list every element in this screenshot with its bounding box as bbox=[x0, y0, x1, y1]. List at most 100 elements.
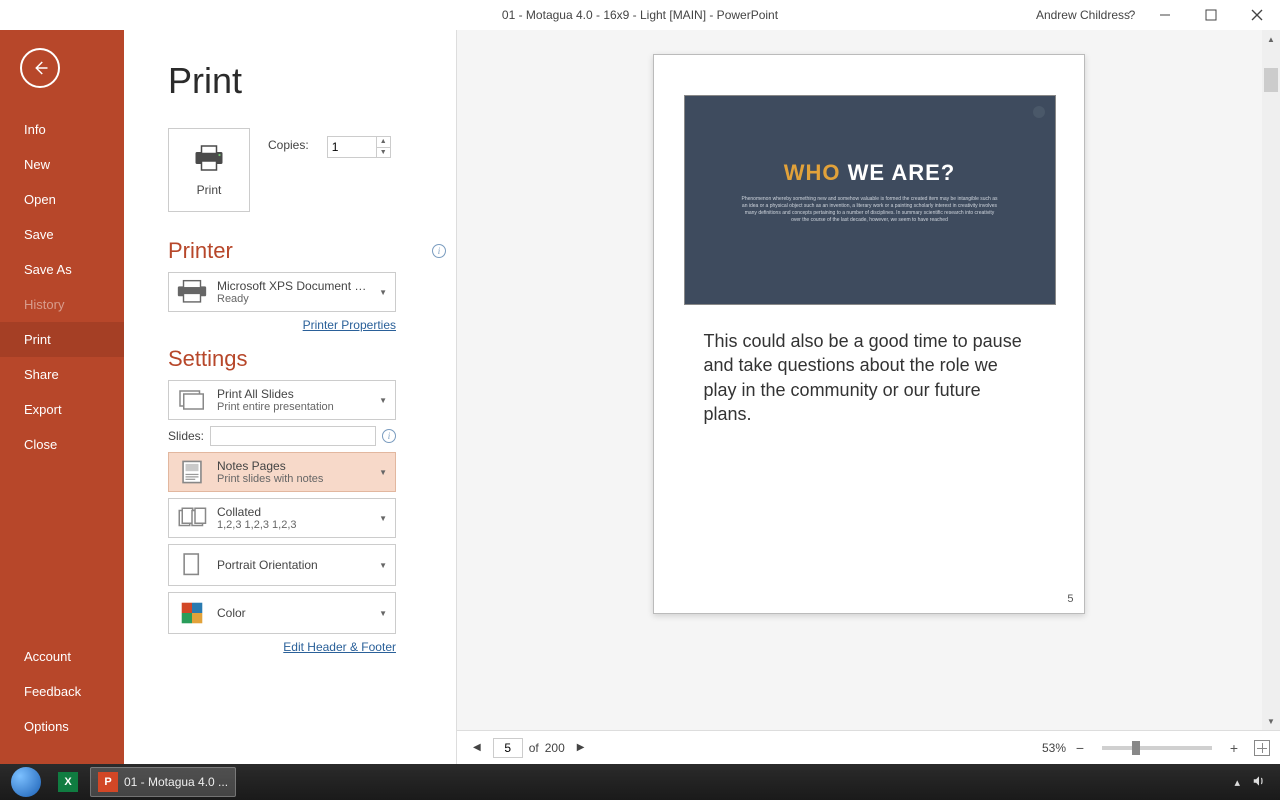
scroll-thumb[interactable] bbox=[1264, 68, 1278, 92]
title-bar: 01 - Motagua 4.0 - 16x9 - Light [MAIN] -… bbox=[0, 0, 1280, 30]
help-button[interactable]: ? bbox=[1122, 8, 1142, 22]
tray-volume-icon[interactable] bbox=[1252, 774, 1266, 791]
slide-decoration-icon bbox=[1033, 106, 1045, 118]
scroll-up-icon[interactable]: ▲ bbox=[1262, 30, 1280, 48]
sidebar-item-open[interactable]: Open bbox=[0, 182, 124, 217]
page-total: 200 bbox=[545, 741, 565, 755]
backstage-sidebar: Info New Open Save Save As History Print… bbox=[0, 30, 124, 764]
printer-device-icon bbox=[175, 277, 209, 307]
printer-name: Microsoft XPS Document W... bbox=[217, 279, 369, 293]
minimize-button[interactable] bbox=[1142, 0, 1188, 30]
printer-heading: Printer bbox=[168, 238, 233, 264]
preview-page-number: 5 bbox=[1067, 593, 1073, 605]
powerpoint-icon: P bbox=[98, 772, 118, 792]
zoom-handle[interactable] bbox=[1132, 741, 1140, 755]
sidebar-item-share[interactable]: Share bbox=[0, 357, 124, 392]
copies-up-icon[interactable]: ▲ bbox=[377, 137, 390, 148]
slide-title: WHO WE ARE? bbox=[784, 160, 956, 186]
sidebar-item-save[interactable]: Save bbox=[0, 217, 124, 252]
print-range-title: Print All Slides bbox=[217, 387, 369, 401]
sidebar-item-export[interactable]: Export bbox=[0, 392, 124, 427]
slides-label: Slides: bbox=[168, 429, 204, 443]
chevron-down-icon: ▼ bbox=[377, 468, 389, 477]
color-dropdown[interactable]: Color ▼ bbox=[168, 592, 396, 634]
page-total-prefix: of bbox=[529, 741, 539, 755]
printer-icon bbox=[191, 144, 227, 175]
zoom-slider[interactable] bbox=[1102, 746, 1212, 750]
taskbar-item-excel[interactable]: X bbox=[50, 767, 86, 797]
system-tray[interactable]: ▴ bbox=[1234, 774, 1274, 791]
app-body: Info New Open Save Save As History Print… bbox=[0, 30, 1280, 764]
orientation-dropdown[interactable]: Portrait Orientation ▼ bbox=[168, 544, 396, 586]
close-button[interactable] bbox=[1234, 0, 1280, 30]
taskbar-item-powerpoint[interactable]: P 01 - Motagua 4.0 ... bbox=[90, 767, 236, 797]
notes-page-icon bbox=[175, 457, 209, 487]
sidebar-item-feedback[interactable]: Feedback bbox=[0, 674, 124, 709]
user-name[interactable]: Andrew Childress bbox=[1036, 8, 1130, 22]
layout-sub: Print slides with notes bbox=[217, 473, 369, 485]
window-title: 01 - Motagua 4.0 - 16x9 - Light [MAIN] -… bbox=[502, 8, 778, 22]
chevron-down-icon: ▼ bbox=[377, 288, 389, 297]
layout-dropdown[interactable]: Notes Pages Print slides with notes ▼ bbox=[168, 452, 396, 492]
collate-title: Collated bbox=[217, 505, 369, 519]
copies-input[interactable] bbox=[328, 137, 376, 157]
sidebar-item-new[interactable]: New bbox=[0, 147, 124, 182]
tray-chevron-icon[interactable]: ▴ bbox=[1234, 776, 1240, 789]
print-settings-pane: Print Print bbox=[124, 30, 456, 764]
zoom-fit-button[interactable] bbox=[1254, 740, 1270, 756]
windows-orb-icon bbox=[11, 767, 41, 797]
preview-status-bar: ◀ of 200 ▶ 53% − + bbox=[457, 730, 1280, 764]
sidebar-item-saveas[interactable]: Save As bbox=[0, 252, 124, 287]
printer-info-icon[interactable]: i bbox=[432, 244, 446, 258]
excel-icon: X bbox=[58, 772, 78, 792]
page-title: Print bbox=[168, 60, 446, 102]
collate-icon bbox=[175, 503, 209, 533]
zoom-out-button[interactable]: − bbox=[1072, 740, 1088, 756]
slide-body-text: Phenomenon whereby something new and som… bbox=[740, 196, 1000, 224]
chevron-down-icon: ▼ bbox=[377, 396, 389, 405]
maximize-button[interactable] bbox=[1188, 0, 1234, 30]
sidebar-item-info[interactable]: Info bbox=[0, 112, 124, 147]
next-page-button[interactable]: ▶ bbox=[571, 742, 591, 753]
color-title: Color bbox=[217, 606, 369, 620]
copies-label: Copies: bbox=[268, 138, 309, 152]
page-input[interactable] bbox=[493, 738, 523, 758]
chevron-down-icon: ▼ bbox=[377, 561, 389, 570]
orientation-title: Portrait Orientation bbox=[217, 558, 369, 572]
collate-dropdown[interactable]: Collated 1,2,3 1,2,3 1,2,3 ▼ bbox=[168, 498, 396, 538]
printer-properties-link[interactable]: Printer Properties bbox=[168, 318, 396, 332]
slide-footer bbox=[869, 290, 870, 296]
print-button[interactable]: Print bbox=[168, 128, 250, 212]
printer-status: Ready bbox=[217, 293, 369, 305]
slides-input[interactable] bbox=[210, 426, 376, 446]
zoom-in-button[interactable]: + bbox=[1226, 740, 1242, 756]
zoom-percent: 53% bbox=[1042, 741, 1066, 755]
edit-header-footer-link[interactable]: Edit Header & Footer bbox=[168, 640, 396, 654]
sidebar-item-history: History bbox=[0, 287, 124, 322]
layout-title: Notes Pages bbox=[217, 459, 369, 473]
print-range-dropdown[interactable]: Print All Slides Print entire presentati… bbox=[168, 380, 396, 420]
preview-notes: This could also be a good time to pause … bbox=[684, 329, 1054, 426]
sidebar-item-account[interactable]: Account bbox=[0, 639, 124, 674]
printer-dropdown[interactable]: Microsoft XPS Document W... Ready ▼ bbox=[168, 272, 396, 312]
sidebar-item-print[interactable]: Print bbox=[0, 322, 124, 357]
color-swatch-icon bbox=[175, 598, 209, 628]
window-controls bbox=[1142, 0, 1280, 30]
copies-spinner[interactable]: ▲ ▼ bbox=[327, 136, 391, 158]
settings-heading: Settings bbox=[168, 346, 248, 372]
preview-slide: WHO WE ARE? Phenomenon whereby something… bbox=[684, 95, 1056, 305]
sidebar-item-close[interactable]: Close bbox=[0, 427, 124, 462]
prev-page-button[interactable]: ◀ bbox=[467, 742, 487, 753]
scroll-down-icon[interactable]: ▼ bbox=[1262, 712, 1280, 730]
sidebar-item-options[interactable]: Options bbox=[0, 709, 124, 744]
start-button[interactable] bbox=[6, 764, 46, 800]
slides-info-icon[interactable]: i bbox=[382, 429, 396, 443]
chevron-down-icon: ▼ bbox=[377, 609, 389, 618]
preview-scrollbar[interactable]: ▲ ▼ bbox=[1262, 30, 1280, 730]
taskbar: X P 01 - Motagua 4.0 ... ▴ bbox=[0, 764, 1280, 800]
print-range-sub: Print entire presentation bbox=[217, 401, 369, 413]
copies-down-icon[interactable]: ▼ bbox=[377, 148, 390, 158]
slides-stack-icon bbox=[175, 385, 209, 415]
back-button[interactable] bbox=[20, 48, 60, 88]
print-button-label: Print bbox=[197, 183, 222, 197]
